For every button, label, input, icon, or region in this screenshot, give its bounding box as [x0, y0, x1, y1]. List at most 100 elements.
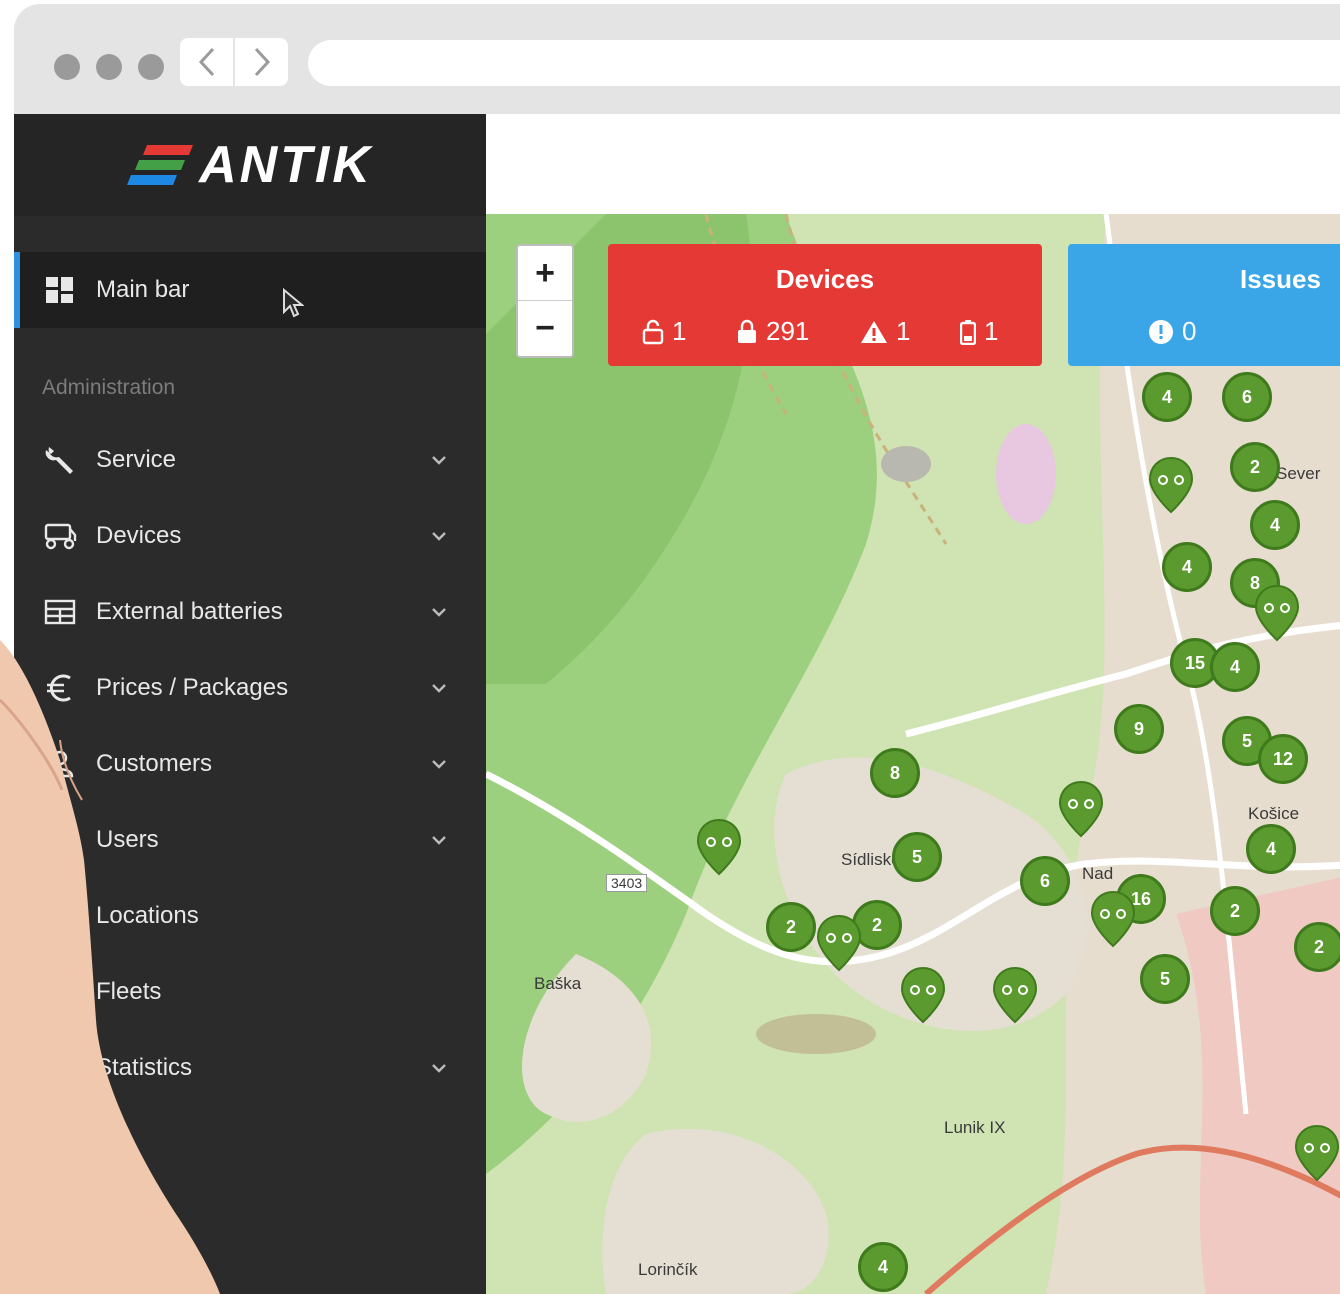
issues-value: 0 — [1182, 316, 1197, 346]
unlocked-icon — [642, 319, 664, 344]
scooter-pin-icon[interactable] — [1254, 584, 1300, 642]
chart-icon — [40, 1048, 80, 1088]
sidebar-item-prices-packages[interactable]: Prices / Packages — [14, 658, 486, 718]
wrench-icon — [40, 440, 80, 480]
warning-icon — [861, 320, 887, 343]
map-cluster-marker[interactable]: 2 — [1210, 886, 1260, 936]
logo-text: ANTIK — [199, 136, 373, 194]
sidebar-item-label: Fleets — [96, 978, 162, 1005]
battery-low-value: 1 — [984, 316, 999, 346]
logo[interactable]: ANTIK — [14, 114, 486, 216]
sidebar-item-locations[interactable]: Locations — [14, 886, 486, 946]
sidebar-item-devices[interactable]: Devices — [14, 506, 486, 566]
sidebar-item-service[interactable]: Service — [14, 430, 486, 490]
back-button[interactable] — [180, 38, 235, 86]
scooter-pin-icon[interactable] — [900, 966, 946, 1024]
map-cluster-marker[interactable]: 4 — [1142, 372, 1192, 422]
chevron-left-icon — [198, 47, 214, 77]
map-place-label: Nad — [1082, 864, 1114, 883]
map-place-label: Lunik IX — [944, 1118, 1006, 1137]
devices-card[interactable]: Devices 1 291 1 1 — [608, 244, 1042, 366]
locked-icon — [738, 319, 756, 343]
sidebar-item-customers[interactable]: Customers — [14, 734, 486, 794]
battery-low-icon — [960, 319, 976, 345]
scooter-pin-icon[interactable] — [1294, 1124, 1340, 1182]
sidebar-item-main-bar[interactable]: Main bar — [14, 252, 486, 328]
logo-stripes-icon — [127, 145, 194, 185]
map-cluster-marker[interactable]: 5 — [892, 832, 942, 882]
forward-button[interactable] — [235, 38, 288, 86]
browser-toolbar — [14, 4, 1340, 114]
chevron-down-icon — [428, 525, 450, 547]
map-cluster-marker[interactable]: 6 — [1222, 372, 1272, 422]
road-number-label: 3403 — [606, 874, 648, 892]
map-place-label: Košice — [1248, 804, 1300, 823]
euro-icon — [40, 668, 80, 708]
sidebar-item-label: Statistics — [96, 1054, 193, 1081]
sidebar-item-label: Devices — [96, 522, 182, 549]
locked-count: 291 — [736, 316, 809, 347]
map-place-label: Lorinčík — [638, 1260, 698, 1279]
fleet-icon — [40, 972, 80, 1012]
scooter-pin-icon[interactable] — [1058, 780, 1104, 838]
map-cluster-marker[interactable]: 4 — [858, 1242, 908, 1292]
map-cluster-marker[interactable]: 5 — [1140, 954, 1190, 1004]
map-cluster-marker[interactable]: 6 — [1020, 856, 1070, 906]
sidebar-item-label: Users — [96, 826, 159, 853]
map-cluster-marker[interactable]: 8 — [870, 748, 920, 798]
zoom-in-button[interactable]: + — [518, 246, 572, 301]
map-cluster-marker[interactable]: 4 — [1246, 824, 1296, 874]
main-content: + − Devices 1 291 1 1 Issues 0 Sídlisko … — [486, 114, 1340, 1294]
location-icon — [40, 896, 80, 936]
map-cluster-marker[interactable]: 2 — [1230, 442, 1280, 492]
issues-card[interactable]: Issues 0 — [1068, 244, 1340, 366]
chevron-down-icon — [428, 449, 450, 471]
chevron-down-icon — [428, 677, 450, 699]
sidebar-item-label: Main bar — [96, 276, 190, 303]
scooter-pin-icon[interactable] — [1090, 890, 1136, 948]
alert-icon — [1149, 319, 1173, 344]
sidebar-item-label: Service — [96, 446, 177, 473]
chevron-right-icon — [254, 47, 270, 77]
sidebar-item-label: Prices / Packages — [96, 674, 289, 701]
map-cluster-marker[interactable]: 2 — [766, 902, 816, 952]
zoom-control: + − — [516, 244, 574, 358]
sidebar-item-external-batteries[interactable]: External batteries — [14, 582, 486, 642]
battery-low-count: 1 — [960, 316, 998, 347]
scooter-pin-icon[interactable] — [696, 818, 742, 876]
scooter-pin-icon[interactable] — [992, 966, 1038, 1024]
chevron-down-icon — [428, 601, 450, 623]
window-minimize-dot[interactable] — [96, 54, 122, 80]
address-bar[interactable] — [308, 40, 1340, 86]
map-cluster-marker[interactable]: 2 — [1294, 922, 1340, 972]
scooter-pin-icon[interactable] — [816, 914, 862, 972]
map-background — [486, 214, 1340, 1294]
window-maximize-dot[interactable] — [138, 54, 164, 80]
locked-value: 291 — [766, 316, 810, 346]
map-cluster-marker[interactable]: 4 — [1250, 500, 1300, 550]
sidebar-item-fleets[interactable]: Fleets — [14, 962, 486, 1022]
map-place-label: Baška — [534, 974, 582, 993]
warning-value: 1 — [896, 316, 911, 346]
sidebar-item-users[interactable]: Users — [14, 810, 486, 870]
warning-count: 1 — [860, 316, 910, 347]
map-cluster-marker[interactable]: 4 — [1162, 542, 1212, 592]
map-view[interactable]: + − Devices 1 291 1 1 Issues 0 Sídlisko … — [486, 214, 1340, 1294]
chevron-down-icon — [428, 829, 450, 851]
window-close-dot[interactable] — [54, 54, 80, 80]
section-label-administration: Administration — [42, 376, 176, 399]
map-cluster-marker[interactable]: 4 — [1210, 642, 1260, 692]
history-buttons — [180, 38, 288, 86]
scooter-pin-icon[interactable] — [1148, 456, 1194, 514]
sidebar: ANTIK Main bar Administration Service De… — [14, 114, 486, 1294]
chevron-down-icon — [428, 753, 450, 775]
zoom-out-button[interactable]: − — [518, 301, 572, 355]
map-cluster-marker[interactable]: 12 — [1258, 734, 1308, 784]
sidebar-item-statistics[interactable]: Statistics — [14, 1038, 486, 1098]
sidebar-item-label: External batteries — [96, 598, 283, 625]
issues-count: 0 — [1148, 316, 1196, 347]
issues-card-title: Issues — [1240, 264, 1321, 294]
map-cluster-marker[interactable]: 9 — [1114, 704, 1164, 754]
battery-pack-icon — [40, 592, 80, 632]
user-icon — [40, 820, 80, 860]
